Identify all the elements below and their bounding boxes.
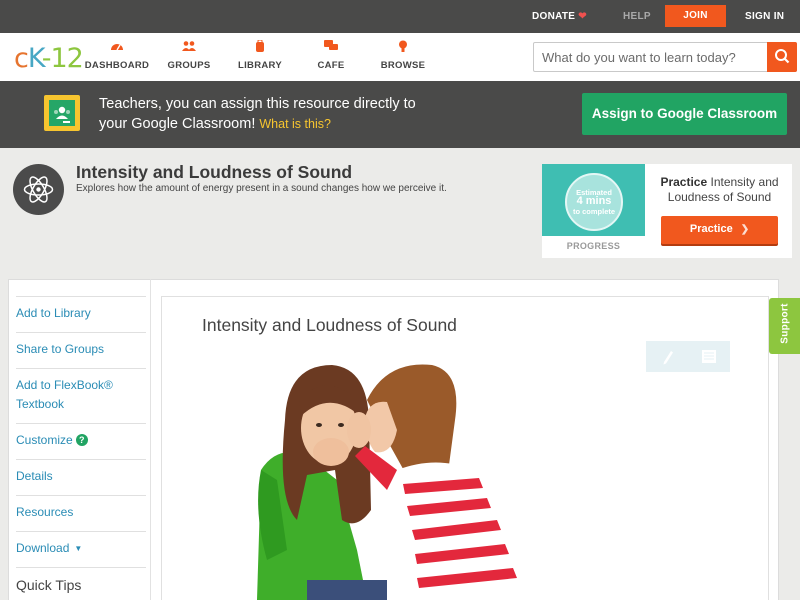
progress-panel: Estimated 4 mins to complete <box>542 164 645 236</box>
estimated-minutes: 4 mins <box>576 195 612 207</box>
share-to-groups-link[interactable]: Share to Groups <box>16 340 146 359</box>
support-label: Support <box>779 303 791 344</box>
estimated-complete: to complete <box>572 207 616 216</box>
content-tools <box>646 341 730 372</box>
chevron-right-icon: ❯ <box>740 224 750 235</box>
details-link[interactable]: Details <box>16 467 146 486</box>
speedometer-icon <box>111 44 123 51</box>
people-icon <box>182 41 196 51</box>
customize-link[interactable]: Customize? <box>16 431 146 450</box>
estimated-time-badge: Estimated 4 mins to complete <box>565 173 623 231</box>
customize-label: Customize <box>16 433 73 447</box>
annotate-button[interactable] <box>646 341 688 372</box>
add-to-flexbook-line2: Textbook <box>16 397 65 411</box>
help-circle-icon[interactable]: ? <box>75 434 88 446</box>
resources-link[interactable]: Resources <box>16 503 146 522</box>
add-to-flexbook-link[interactable]: Add to FlexBook® Textbook <box>16 376 146 414</box>
sign-in-link[interactable]: SIGN IN <box>745 0 784 33</box>
main-nav: cK-12 DASHBOARD GROUPS LIBRARY CAFE BROW… <box>0 33 800 81</box>
search-input[interactable] <box>542 48 762 66</box>
caret-down-icon: ▼ <box>74 544 83 553</box>
practice-title-bold: Practice <box>660 175 708 189</box>
help-link[interactable]: HELP <box>623 0 651 33</box>
nav-groups[interactable]: GROUPS <box>149 40 229 71</box>
add-to-library-link[interactable]: Add to Library <box>16 304 146 323</box>
backpack-icon <box>256 40 264 52</box>
search-box <box>533 42 797 72</box>
support-tab[interactable]: Support <box>769 298 800 354</box>
quick-tips-heading[interactable]: Quick Tips <box>16 577 81 593</box>
page-subtitle: Explores how the amount of energy presen… <box>76 183 447 194</box>
nav-browse[interactable]: BROWSE <box>363 40 443 71</box>
heart-icon: ❤ <box>578 11 587 22</box>
practice-title: Practice Intensity and Loudness of Sound <box>652 175 787 205</box>
practice-card: Estimated 4 mins to complete PROGRESS Pr… <box>542 164 792 258</box>
what-is-this-link[interactable]: What is this? <box>259 117 331 131</box>
progress-label: PROGRESS <box>566 241 621 251</box>
nav-dashboard-label: DASHBOARD <box>84 60 150 71</box>
practice-button[interactable]: Practice ❯ <box>661 216 778 244</box>
notes-icon <box>702 350 716 363</box>
nav-library-label: LIBRARY <box>238 60 282 71</box>
donate-label: DONATE <box>532 11 576 22</box>
nav-groups-label: GROUPS <box>167 60 211 71</box>
download-link[interactable]: Download ▼ <box>16 539 146 558</box>
search-icon <box>775 49 790 64</box>
sidebar: Add to Library Share to Groups Add to Fl… <box>8 279 151 600</box>
content-title: Intensity and Loudness of Sound <box>202 315 457 335</box>
lightbulb-icon <box>399 40 407 52</box>
pencil-icon <box>663 351 673 365</box>
nav-cafe[interactable]: CAFE <box>291 40 371 71</box>
classroom-message: Teachers, you can assign this resource d… <box>99 94 459 134</box>
nav-cafe-label: CAFE <box>317 60 345 71</box>
classroom-message-line2: your Google Classroom! <box>99 116 256 132</box>
google-classroom-icon <box>44 95 80 131</box>
nav-library[interactable]: LIBRARY <box>220 40 300 71</box>
atom-icon <box>13 164 64 215</box>
top-bar: DONATE ❤ HELP JOIN SIGN IN <box>0 0 800 33</box>
whispering-girls-image <box>247 360 607 600</box>
nav-dashboard[interactable]: DASHBOARD <box>77 40 157 71</box>
practice-button-label: Practice <box>689 223 733 235</box>
download-label: Download <box>16 541 70 555</box>
google-classroom-banner: Teachers, you can assign this resource d… <box>0 81 800 148</box>
ck12-logo[interactable]: cK-12 <box>14 43 84 74</box>
assign-to-classroom-button[interactable]: Assign to Google Classroom <box>582 93 787 135</box>
donate-link[interactable]: DONATE ❤ <box>532 0 587 33</box>
chat-bubbles-icon <box>324 40 338 50</box>
search-button[interactable] <box>767 42 797 72</box>
page-title: Intensity and Loudness of Sound <box>76 162 353 182</box>
nav-browse-label: BROWSE <box>380 60 426 71</box>
join-button[interactable]: JOIN <box>665 5 726 27</box>
notes-button[interactable] <box>688 341 730 372</box>
classroom-message-line1: Teachers, you can assign this resource d… <box>99 96 416 112</box>
add-to-flexbook-line1: Add to FlexBook® <box>16 378 113 392</box>
